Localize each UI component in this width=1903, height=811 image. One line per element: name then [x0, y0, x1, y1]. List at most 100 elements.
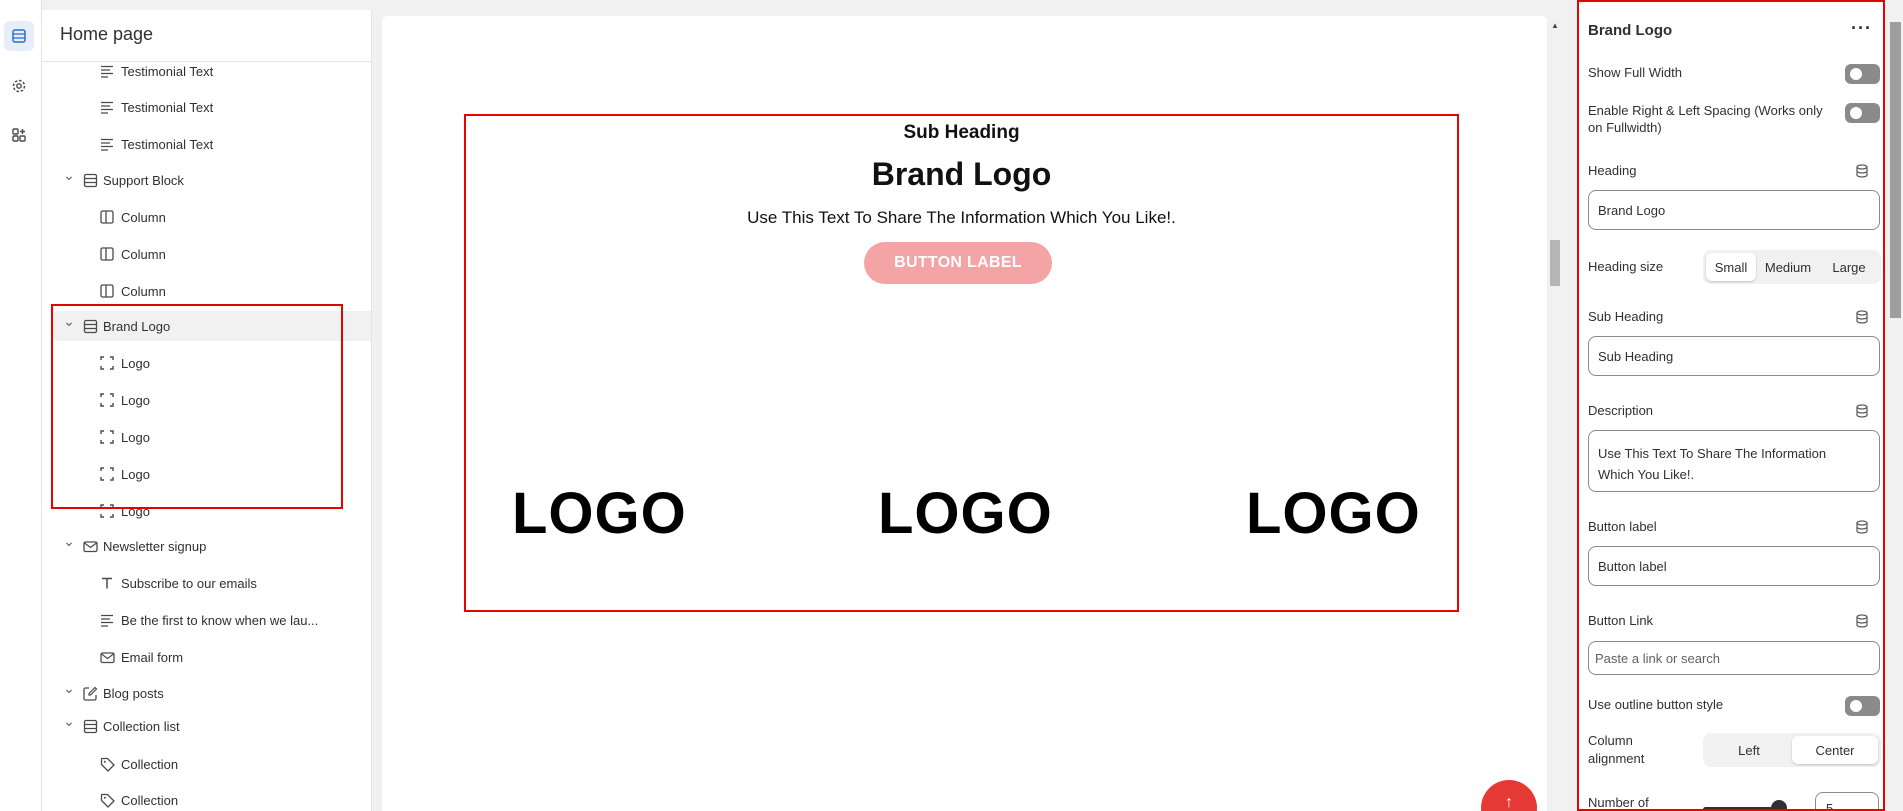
heading-size-segmented: Small Medium Large — [1703, 250, 1881, 284]
tree-item-label: Column — [121, 209, 166, 225]
settings-title: Brand Logo — [1588, 22, 1673, 39]
sections-nav-button[interactable] — [4, 21, 34, 51]
tree-block-item[interactable]: Testimonial Text — [42, 129, 342, 159]
heading-size-medium[interactable]: Medium — [1756, 253, 1820, 281]
email-icon — [82, 538, 98, 554]
tree-block-item[interactable]: Column — [42, 239, 342, 269]
chevron-down-icon[interactable]: ⌄ — [62, 713, 76, 730]
button-link-input[interactable]: Paste a link or search — [1588, 641, 1880, 675]
dynamic-source-icon[interactable] — [1854, 519, 1870, 535]
tree-item-label: Testimonial Text — [121, 63, 214, 79]
column-icon — [99, 283, 115, 299]
theme-editor: Home page ▲ Testimonial Text Testimonial … — [0, 0, 1903, 811]
tree-item-label: Email form — [121, 649, 184, 665]
number-input[interactable]: 5 — [1815, 792, 1879, 809]
tree-item-label: Blog posts — [103, 685, 164, 701]
dynamic-source-icon[interactable] — [1854, 613, 1870, 629]
number-slider-knob[interactable] — [1771, 800, 1787, 809]
column-alignment-center[interactable]: Center — [1792, 736, 1878, 764]
tree-section-item[interactable]: ⌄ Support Block — [42, 165, 342, 195]
column-alignment-segmented: Left Center — [1703, 733, 1881, 767]
button-label-input[interactable]: Button label — [1588, 546, 1880, 586]
settings-scrollbar[interactable] — [1890, 22, 1901, 318]
email-icon — [99, 649, 115, 665]
dynamic-source-icon[interactable] — [1854, 309, 1870, 325]
description-line-2: Which You Like!. — [1598, 467, 1695, 482]
column-icon — [99, 209, 115, 225]
tree-block-item[interactable]: Column — [42, 202, 342, 232]
description-line-1: Use This Text To Share The Information — [1598, 446, 1827, 461]
apps-icon — [12, 128, 26, 142]
tree-item-label: Collection — [121, 792, 179, 808]
column-alignment-left[interactable]: Left — [1706, 736, 1792, 764]
preview-area: Sub Heading Brand Logo Use This Text To … — [372, 10, 1572, 811]
heading-size-large[interactable]: Large — [1820, 253, 1878, 281]
tree-block-item[interactable]: Testimonial Text — [42, 92, 342, 122]
preview-logo-2[interactable]: LOGO — [878, 480, 1053, 547]
column-icon — [99, 246, 115, 262]
number-of-label: Number of — [1588, 795, 1649, 810]
preview-logo-1[interactable]: LOGO — [512, 480, 687, 547]
tree-item-label: Testimonial Text — [121, 136, 214, 152]
tree-item-label: Subscribe to our emails — [121, 575, 257, 591]
gear-icon — [12, 79, 26, 93]
tree-block-item[interactable]: Testimonial Text — [42, 56, 342, 86]
canvas-scrollbar[interactable] — [1550, 240, 1560, 286]
tree-item-label: Be the first to know when we lau... — [121, 612, 319, 628]
tree-block-item[interactable]: Subscribe to our emails — [42, 568, 342, 598]
tree-block-item[interactable]: Column — [42, 276, 342, 306]
brand-logo-section[interactable]: Sub Heading Brand Logo Use This Text To … — [464, 114, 1459, 612]
tree-item-label: Collection — [121, 756, 179, 772]
column-alignment-label-line2: alignment — [1588, 751, 1645, 766]
button-label-label: Button label — [1588, 519, 1657, 534]
chevron-down-icon[interactable]: ⌄ — [62, 167, 76, 184]
spacing-label-line2: on Fullwidth) — [1588, 120, 1662, 135]
icon-rail — [0, 0, 42, 811]
settings-panel: Brand Logo ··· Show Full Width Enable Ri… — [1577, 0, 1885, 811]
number-slider-track[interactable] — [1703, 807, 1779, 809]
chevron-down-icon[interactable]: ⌄ — [62, 533, 76, 550]
heading-input[interactable]: Brand Logo — [1588, 190, 1880, 230]
spacing-toggle[interactable] — [1845, 103, 1880, 123]
apps-nav-button[interactable] — [4, 120, 34, 150]
tree-item-label: Support Block — [103, 172, 184, 188]
tree-section-item[interactable]: ⌄ Collection list — [42, 711, 342, 741]
tree-block-item[interactable]: Collection — [42, 785, 342, 811]
tree-item-label: Column — [121, 283, 166, 299]
theme-settings-nav-button[interactable] — [4, 71, 34, 101]
outline-button-toggle[interactable] — [1845, 696, 1880, 716]
section-icon — [82, 718, 98, 734]
preview-heading: Brand Logo — [871, 156, 1052, 192]
preview-logo-3[interactable]: LOGO — [1246, 480, 1421, 547]
button-link-label: Button Link — [1588, 613, 1654, 628]
preview-sub-heading: Sub Heading — [903, 122, 1020, 143]
tree-item-label: Column — [121, 246, 166, 262]
show-full-width-toggle[interactable] — [1845, 64, 1880, 84]
tree-section-item[interactable]: ⌄ Blog posts — [42, 678, 342, 708]
heading-label: Heading — [1588, 163, 1637, 178]
tree-block-item[interactable]: Collection — [42, 749, 342, 779]
arrow-up-icon: ↑ — [1505, 794, 1513, 811]
spacing-label-line1: Enable Right & Left Spacing (Works only — [1588, 103, 1823, 118]
preview-canvas: Sub Heading Brand Logo Use This Text To … — [382, 16, 1547, 811]
more-options-icon[interactable]: ··· — [1851, 18, 1872, 39]
text-lines-icon — [99, 612, 115, 628]
preview-button[interactable]: BUTTON LABEL — [864, 242, 1052, 284]
dynamic-source-icon[interactable] — [1854, 403, 1870, 419]
description-textarea[interactable]: Use This Text To Share The Information W… — [1588, 430, 1880, 492]
tree-section-item[interactable]: ⌄ Newsletter signup — [42, 531, 342, 561]
description-label: Description — [1588, 403, 1654, 418]
text-lines-icon — [99, 99, 115, 115]
heading-size-label: Heading size — [1588, 259, 1664, 274]
tree-block-item[interactable]: Be the first to know when we lau... — [42, 605, 342, 635]
page-title: Home page — [60, 24, 154, 44]
dynamic-source-icon[interactable] — [1854, 163, 1870, 179]
blog-edit-icon — [82, 685, 98, 701]
outline-button-label: Use outline button style — [1588, 697, 1724, 712]
tree-item-label: Collection list — [103, 718, 180, 734]
canvas-scroll-up-icon[interactable]: ▲ — [1551, 21, 1559, 30]
sub-heading-input[interactable]: Sub Heading — [1588, 336, 1880, 376]
chevron-down-icon[interactable]: ⌄ — [62, 680, 76, 697]
heading-size-small[interactable]: Small — [1706, 253, 1756, 281]
tree-block-item[interactable]: Email form — [42, 642, 342, 672]
